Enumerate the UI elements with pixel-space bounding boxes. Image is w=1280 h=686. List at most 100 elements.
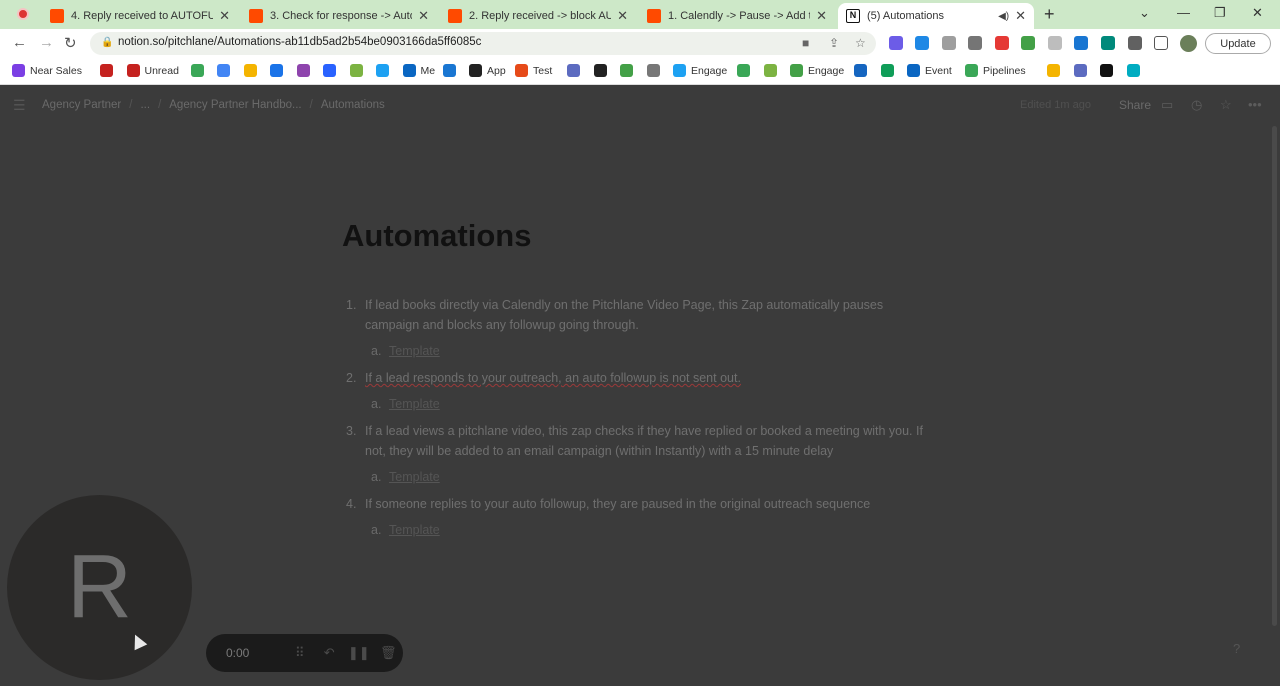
breadcrumb-item[interactable]: Agency Partner Handbo...	[169, 99, 301, 111]
bookmark-item[interactable]	[854, 64, 872, 77]
bookmark-item[interactable]	[593, 64, 612, 77]
close-icon[interactable]: ✕	[816, 8, 827, 24]
bookmark-item[interactable]: Me	[402, 64, 435, 77]
more-icon[interactable]: •••	[1248, 97, 1262, 112]
extension-icon[interactable]	[968, 36, 982, 50]
bookmark-item[interactable]	[270, 64, 288, 77]
comment-icon[interactable]: ▭	[1161, 97, 1173, 113]
favorite-star-icon[interactable]: ☆	[1220, 97, 1232, 113]
tab-0[interactable]: 4. Reply received to AUTOFUP - F ✕	[42, 3, 238, 29]
bookmark-item[interactable]: Engage	[673, 64, 727, 77]
list-item[interactable]: 1. If lead books directly via Calendly o…	[346, 295, 926, 335]
bookmark-item[interactable]	[442, 64, 461, 77]
side-panel-icon[interactable]	[1154, 36, 1168, 50]
bookmark-item[interactable]: Unread	[126, 64, 179, 77]
new-tab-button[interactable]: +	[1044, 4, 1055, 25]
breadcrumb-separator: /	[309, 99, 313, 111]
template-link[interactable]: Template	[389, 470, 440, 484]
breadcrumb-item[interactable]: Agency Partner	[42, 99, 121, 111]
address-bar[interactable]: 🔒 notion.so/pitchlane/Automations-ab11db…	[90, 32, 876, 55]
sub-list-item[interactable]: a. Template	[346, 394, 926, 414]
trash-icon[interactable]: 🗑	[374, 645, 404, 661]
bookmark-item[interactable]	[646, 64, 665, 77]
bookmark-item[interactable]	[1073, 64, 1092, 77]
sub-list-item[interactable]: a. Template	[346, 520, 926, 540]
template-link[interactable]: Template	[389, 397, 440, 411]
bookmark-item[interactable]	[567, 64, 585, 77]
template-link[interactable]: Template	[389, 344, 440, 358]
minimize-icon[interactable]: —	[1177, 5, 1190, 20]
breadcrumb-item[interactable]: ...	[140, 99, 150, 111]
pause-icon[interactable]: ❚❚	[344, 645, 374, 661]
bookmark-favicon-icon	[567, 64, 580, 77]
bookmark-item[interactable]	[296, 64, 315, 77]
template-link[interactable]: Template	[389, 523, 440, 537]
camera-icon[interactable]: ■	[802, 36, 809, 50]
forward-icon[interactable]: →	[39, 34, 54, 51]
bookmark-item[interactable]	[376, 64, 394, 77]
list-item[interactable]: 4. If someone replies to your auto follo…	[346, 494, 926, 514]
back-icon[interactable]: ←	[12, 34, 27, 51]
reload-icon[interactable]: ↻	[64, 34, 77, 52]
scrollbar[interactable]	[1272, 126, 1277, 626]
bookmark-item[interactable]	[1126, 64, 1145, 77]
tab-4[interactable]: N (5) Automations ◀) ✕	[838, 3, 1034, 29]
bookmark-star-icon[interactable]: ☆	[855, 36, 866, 50]
bookmark-item[interactable]	[1047, 64, 1065, 77]
bookmark-item[interactable]	[217, 64, 235, 77]
extension-icon[interactable]	[1021, 36, 1035, 50]
profile-avatar[interactable]	[1180, 35, 1197, 52]
extension-icon[interactable]	[1101, 36, 1115, 50]
bookmark-item[interactable]	[323, 64, 341, 77]
extension-icon[interactable]	[1074, 36, 1088, 50]
list-item[interactable]: 2. If a lead responds to your outreach, …	[346, 368, 926, 388]
bookmark-item[interactable]: Pipelines	[965, 64, 1026, 77]
menu-icon[interactable]: ☰	[13, 97, 26, 114]
close-icon[interactable]: ✕	[219, 8, 230, 24]
bookmark-item[interactable]	[763, 64, 782, 77]
window-close-icon[interactable]: ✕	[1252, 5, 1263, 21]
extension-icon[interactable]	[995, 36, 1009, 50]
page-title[interactable]: Automations	[342, 218, 531, 254]
help-button[interactable]: ?	[1233, 641, 1240, 656]
tab-3[interactable]: 1. Calendly -> Pause -> Add to st ✕	[639, 3, 835, 29]
list-item[interactable]: 3. If a lead views a pitchlane video, th…	[346, 421, 926, 461]
extension-icon[interactable]	[915, 36, 929, 50]
bookmark-item[interactable]: App	[469, 64, 506, 77]
bookmark-item[interactable]: Near Sales	[12, 64, 82, 77]
extension-icon[interactable]	[889, 36, 903, 50]
tab-search-icon[interactable]: ⌄	[1139, 5, 1150, 21]
extension-icon[interactable]	[1048, 36, 1062, 50]
speaker-icon[interactable]: ◀)	[998, 11, 1009, 22]
bookmark-item[interactable]	[190, 64, 209, 77]
drag-handle-icon[interactable]: ⠿	[285, 645, 315, 661]
tab-2[interactable]: 2. Reply received -> block AUTOF ✕	[440, 3, 636, 29]
sub-list-item[interactable]: a. Template	[346, 467, 926, 487]
puzzle-icon[interactable]	[1128, 36, 1142, 50]
close-icon[interactable]: ✕	[418, 8, 429, 24]
extension-icon[interactable]	[942, 36, 956, 50]
bookmark-item[interactable]	[620, 64, 638, 77]
breadcrumb-item[interactable]: Automations	[321, 99, 385, 111]
bookmark-item[interactable]	[1100, 64, 1118, 77]
bookmark-item[interactable]	[737, 64, 755, 77]
bookmark-item[interactable]	[880, 64, 899, 77]
recorder-avatar[interactable]: R	[7, 495, 192, 680]
restore-icon[interactable]: ❐	[1214, 5, 1226, 21]
bookmark-item[interactable]	[349, 64, 368, 77]
sub-list-item[interactable]: a. Template	[346, 341, 926, 361]
bookmark-item[interactable]: Engage	[790, 64, 844, 77]
close-icon[interactable]: ✕	[1015, 8, 1026, 24]
zapier-icon	[647, 9, 661, 23]
undo-icon[interactable]: ↶	[315, 645, 345, 661]
history-icon[interactable]: ◷	[1191, 97, 1202, 113]
close-icon[interactable]: ✕	[617, 8, 628, 24]
share-button[interactable]: Share	[1119, 98, 1151, 112]
bookmark-item[interactable]	[243, 64, 262, 77]
update-button[interactable]: Update	[1205, 33, 1271, 54]
bookmark-item[interactable]: Event	[907, 64, 952, 77]
share-page-icon[interactable]: ⇪	[829, 36, 839, 50]
bookmark-item[interactable]	[100, 64, 118, 77]
tab-1[interactable]: 3. Check for response -> Auto FU ✕	[241, 3, 437, 29]
bookmark-item[interactable]: Test	[515, 64, 552, 77]
